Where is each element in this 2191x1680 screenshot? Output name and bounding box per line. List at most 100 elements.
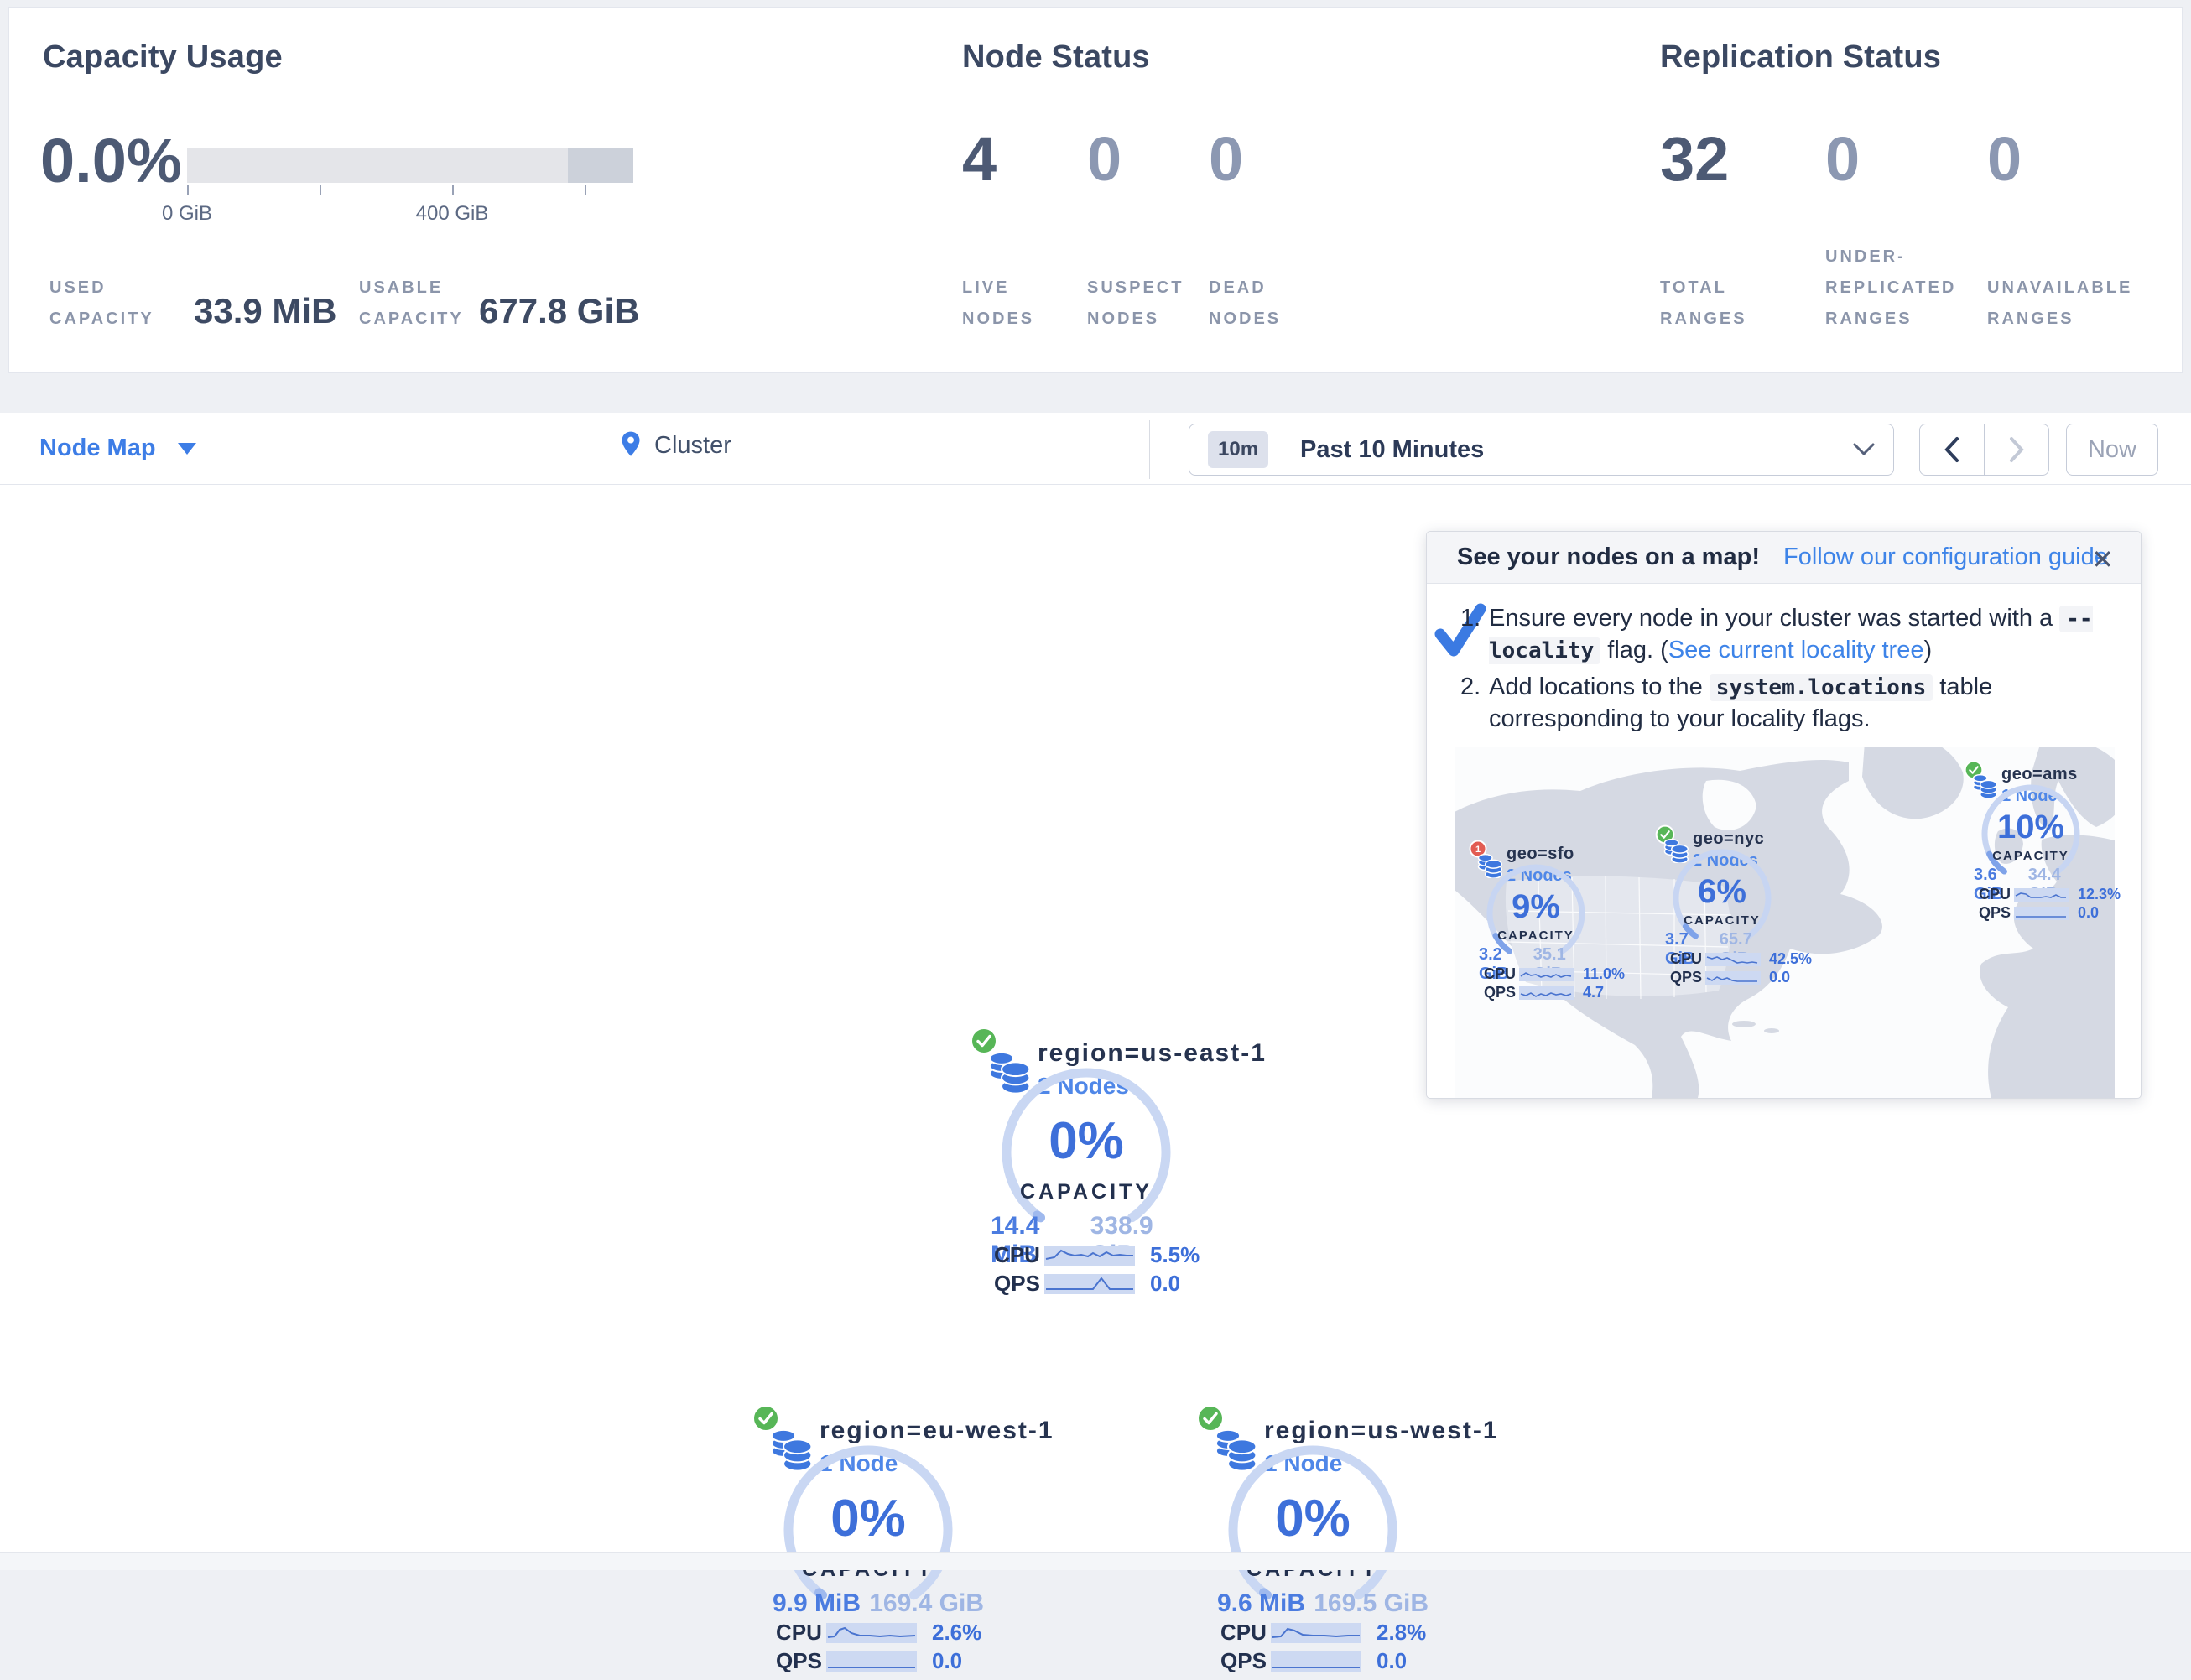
cpu-sparkline <box>1519 968 1574 981</box>
view-dropdown[interactable]: Node Map <box>39 434 196 462</box>
map-locality-geo-ams[interactable]: geo=ams 1 Node 10% CAPACITY 3.6 GiB 34.4… <box>1964 760 2102 928</box>
usable-capacity-value: 677.8 GiB <box>479 291 639 331</box>
gauge-capacity-label: CAPACITY <box>1486 928 1586 943</box>
qps-label: QPS <box>1484 984 1519 1001</box>
capacity-tick <box>585 185 586 195</box>
capacity-tick <box>187 185 189 195</box>
gauge-percent: 10% <box>1989 809 2073 846</box>
cpu-label: CPU <box>776 1620 826 1646</box>
gauge-percent: 0% <box>1019 1111 1153 1171</box>
time-range-select[interactable]: 10m Past 10 Minutes <box>1189 424 1894 476</box>
usable-capacity-label: USABLE CAPACITY <box>359 242 493 335</box>
cpu-sparkline <box>826 1623 917 1643</box>
chevron-down-icon <box>1853 443 1875 456</box>
popup-steps: 1. Ensure every node in your cluster was… <box>1460 603 2110 740</box>
popup-header: See your nodes on a map! Follow our conf… <box>1427 532 2141 584</box>
chevron-right-icon <box>2008 436 2025 463</box>
cpu-sparkline <box>1271 1623 1361 1643</box>
cpu-value: 2.6% <box>932 1620 981 1646</box>
time-next-button[interactable] <box>1984 424 2049 476</box>
used-capacity-label: USED CAPACITY <box>49 242 175 335</box>
cpu-label: CPU <box>994 1242 1044 1268</box>
cpu-sparkline <box>1044 1246 1135 1266</box>
step-2-text: Add locations to the system.locations ta… <box>1489 672 2110 735</box>
cpu-value: 2.8% <box>1377 1620 1426 1646</box>
qps-value: 0.0 <box>2078 904 2099 922</box>
locality-name[interactable]: region=eu-west-1 <box>820 1417 1054 1445</box>
locality-us-west-1[interactable]: region=us-west-1 1 Node 0% CAPACITY 9.6 … <box>1195 1403 1439 1680</box>
cpu-label: CPU <box>1979 886 2014 903</box>
qps-label: QPS <box>776 1648 826 1674</box>
map-locality-geo-nyc[interactable]: geo=nyc 2 Nodes 6% CAPACITY 3.7 GiB 65.7… <box>1655 824 1793 992</box>
qps-sparkline <box>2014 907 2069 920</box>
capacity-usage-title: Capacity Usage <box>43 39 283 75</box>
configuration-guide-link[interactable]: Follow our configuration guide <box>1783 544 2108 571</box>
capacity-tick <box>452 185 454 195</box>
locality-us-east-1[interactable]: region=us-east-1 2 Nodes 0% CAPACITY 14.… <box>969 1026 1212 1303</box>
cpu-value: 12.3% <box>2078 886 2121 903</box>
popup-title: See your nodes on a map! <box>1457 544 1760 571</box>
close-icon[interactable]: ✕ <box>2091 544 2114 575</box>
gauge-capacity-label: CAPACITY <box>1002 1180 1170 1204</box>
cpu-value: 5.5% <box>1150 1242 1200 1268</box>
capacity-tick-label-0: 0 GiB <box>128 202 246 226</box>
qps-sparkline <box>1705 971 1761 985</box>
time-prev-button[interactable] <box>1919 424 1985 476</box>
suspect-nodes-label: SUSPECT NODES <box>1087 242 1200 335</box>
cpu-sparkline <box>2014 888 2069 902</box>
qps-label: QPS <box>1220 1648 1271 1674</box>
map-locality-geo-sfo[interactable]: 1 geo=sfo 2 Nodes 9% CAPACITY 3.2 GiB 35… <box>1469 840 1607 1007</box>
qps-value: 0.0 <box>1150 1271 1180 1297</box>
locality-name[interactable]: region=us-east-1 <box>1038 1039 1267 1068</box>
total-capacity: 169.4 GiB <box>869 1589 984 1618</box>
capacity-percent: 0.0% <box>40 125 182 196</box>
replication-status-title: Replication Status <box>1660 39 1941 75</box>
step-2: 2. Add locations to the system.locations… <box>1460 672 2110 735</box>
locality-eu-west-1[interactable]: region=eu-west-1 1 Node 0% CAPACITY 9.9 … <box>751 1403 994 1680</box>
toolbar-divider <box>1149 420 1150 479</box>
used-capacity: 9.6 MiB <box>1217 1589 1305 1618</box>
gauge-percent: 0% <box>1246 1489 1380 1548</box>
view-dropdown-label[interactable]: Node Map <box>39 434 156 462</box>
capacity-bar-nonusable <box>568 148 633 183</box>
chevron-down-icon <box>178 443 196 455</box>
system-locations-code: system.locations <box>1710 674 1933 701</box>
live-nodes-value: 4 <box>962 123 997 195</box>
map-toolbar: Node Map Cluster 10m Past 10 Minutes Now <box>0 413 2191 485</box>
under-replicated-value: 0 <box>1825 123 1860 195</box>
under-replicated-label: UNDER-REPLICATED RANGES <box>1825 211 1985 335</box>
qps-sparkline <box>826 1651 917 1672</box>
qps-value: 4.7 <box>1583 984 1604 1001</box>
cpu-label: CPU <box>1670 950 1705 968</box>
live-nodes-label: LIVE NODES <box>962 242 1067 335</box>
footer-strip <box>0 1552 2191 1570</box>
breadcrumb[interactable]: Cluster <box>619 430 731 460</box>
qps-sparkline <box>1519 986 1574 1000</box>
qps-value: 0.0 <box>1769 969 1790 986</box>
qps-value: 0.0 <box>932 1648 962 1674</box>
gauge-percent: 9% <box>1494 888 1578 926</box>
time-range-value: Past 10 Minutes <box>1300 436 1853 464</box>
cpu-label: CPU <box>1220 1620 1271 1646</box>
cpu-value: 11.0% <box>1583 965 1625 983</box>
used-capacity: 9.9 MiB <box>773 1589 861 1618</box>
used-capacity-value: 33.9 MiB <box>194 291 336 331</box>
capacity-tick-label-400: 400 GiB <box>393 202 511 226</box>
locality-tree-link[interactable]: See current locality tree <box>1668 637 1924 663</box>
gauge-percent: 0% <box>801 1489 935 1548</box>
gauge-capacity-label: CAPACITY <box>1980 849 2081 863</box>
unavailable-value: 0 <box>1987 123 2022 195</box>
dead-nodes-value: 0 <box>1209 123 1243 195</box>
qps-sparkline <box>1044 1274 1135 1294</box>
total-ranges-value: 32 <box>1660 123 1729 195</box>
time-range-badge: 10m <box>1208 431 1268 468</box>
suspect-nodes-value: 0 <box>1087 123 1122 195</box>
locality-name[interactable]: region=us-west-1 <box>1264 1417 1499 1445</box>
now-button[interactable]: Now <box>2066 424 2158 476</box>
cpu-sparkline <box>1705 953 1761 966</box>
map-pin-icon <box>619 430 643 460</box>
unavailable-label: UNAVAILABLE RANGES <box>1987 211 2155 335</box>
cluster-summary-panel: Capacity Usage 0.0% 0 GiB 400 GiB USED C… <box>8 7 2183 373</box>
gauge-capacity-label: CAPACITY <box>1672 913 1772 928</box>
chevron-left-icon <box>1944 436 1960 463</box>
